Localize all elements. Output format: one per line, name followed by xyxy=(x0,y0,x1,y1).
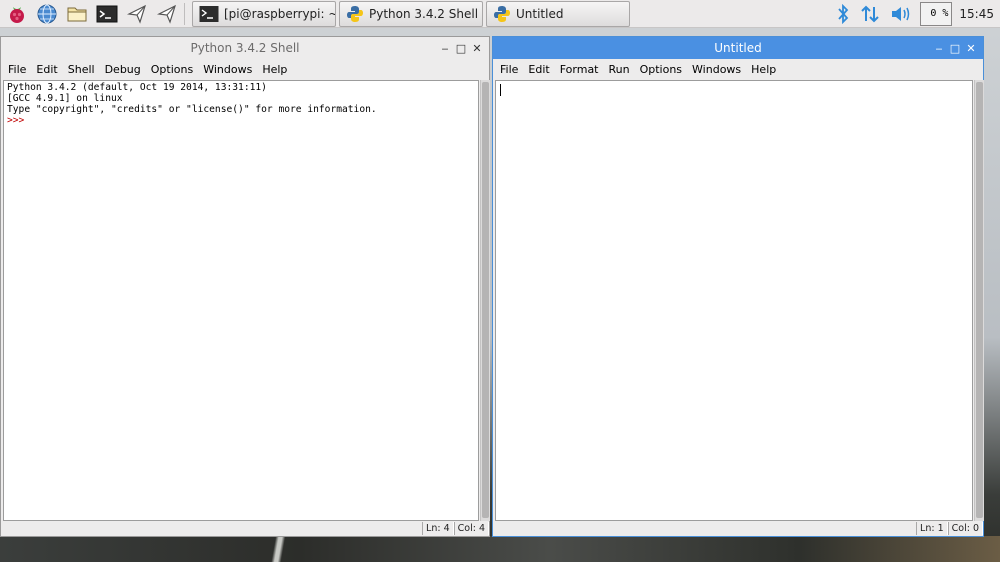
bluetooth-icon[interactable] xyxy=(836,3,850,24)
scrollbar-thumb[interactable] xyxy=(976,82,983,518)
task-untitled[interactable]: Untitled xyxy=(486,0,630,27)
menubar: File Edit Format Run Options Windows Hel… xyxy=(493,59,983,79)
shell-line: [GCC 4.9.1] on linux xyxy=(7,93,123,104)
maximize-icon[interactable]: □ xyxy=(453,40,469,56)
menubar: File Edit Shell Debug Options Windows He… xyxy=(1,59,489,79)
task-python-shell[interactable]: Python 3.4.2 Shell xyxy=(339,0,483,27)
window-controls: ‒ □ ✕ xyxy=(437,40,485,56)
line-number: Ln: 1 xyxy=(916,522,948,535)
terminal-icon xyxy=(199,5,219,23)
clock[interactable]: 15:45 xyxy=(959,7,994,21)
menu-file[interactable]: File xyxy=(495,63,523,76)
window-controls: ‒ □ ✕ xyxy=(931,40,979,56)
python-shell-window: Python 3.4.2 Shell ‒ □ ✕ File Edit Shell… xyxy=(0,36,490,537)
window-title: Untitled xyxy=(714,41,762,55)
desktop-wallpaper xyxy=(0,536,1000,562)
menu-shell[interactable]: Shell xyxy=(63,63,100,76)
menu-help[interactable]: Help xyxy=(746,63,781,76)
menu-run[interactable]: Run xyxy=(604,63,635,76)
editor-text-area[interactable] xyxy=(495,80,973,521)
shell-text-area[interactable]: Python 3.4.2 (default, Oct 19 2014, 13:3… xyxy=(3,80,479,521)
file-manager-icon[interactable] xyxy=(64,1,90,27)
menu-options[interactable]: Options xyxy=(635,63,687,76)
cpu-usage-value: 0 % xyxy=(930,8,949,19)
task-label: Untitled xyxy=(516,6,564,21)
column-number: Col: 4 xyxy=(453,522,489,535)
raspberry-menu-icon[interactable] xyxy=(4,1,30,27)
status-bar: Ln: 1 Col: 0 xyxy=(493,521,983,536)
scrollbar-thumb[interactable] xyxy=(482,82,489,518)
vertical-scrollbar[interactable] xyxy=(480,80,490,521)
volume-icon[interactable] xyxy=(890,5,912,23)
text-cursor xyxy=(500,84,501,96)
terminal-icon[interactable] xyxy=(94,1,120,27)
window-titlebar[interactable]: Untitled ‒ □ ✕ xyxy=(493,37,983,59)
task-label: Python 3.4.2 Shell xyxy=(369,6,479,21)
shell-output: Python 3.4.2 (default, Oct 19 2014, 13:3… xyxy=(4,81,478,127)
column-number: Col: 0 xyxy=(947,522,983,535)
network-arrows-icon[interactable] xyxy=(860,4,880,24)
menu-debug[interactable]: Debug xyxy=(100,63,146,76)
send-icon[interactable] xyxy=(124,1,150,27)
window-title: Python 3.4.2 Shell xyxy=(190,41,300,55)
web-browser-icon[interactable] xyxy=(34,1,60,27)
road-stripe xyxy=(250,536,310,562)
close-icon[interactable]: ✕ xyxy=(469,40,485,56)
shell-line: Python 3.4.2 (default, Oct 19 2014, 13:3… xyxy=(7,82,267,93)
menu-format[interactable]: Format xyxy=(555,63,604,76)
task-label: [pi@raspberrypi: ~] xyxy=(224,6,336,21)
menu-windows[interactable]: Windows xyxy=(198,63,257,76)
status-bar: Ln: 4 Col: 4 xyxy=(1,521,489,536)
close-icon[interactable]: ✕ xyxy=(963,40,979,56)
taskbar-divider xyxy=(184,2,185,25)
line-number: Ln: 4 xyxy=(422,522,454,535)
untitled-editor-window: Untitled ‒ □ ✕ File Edit Format Run Opti… xyxy=(492,36,984,537)
vertical-scrollbar[interactable] xyxy=(974,80,984,521)
cpu-usage-monitor[interactable]: 0 % xyxy=(920,1,953,26)
menu-options[interactable]: Options xyxy=(146,63,198,76)
python-icon xyxy=(346,5,364,23)
menu-help[interactable]: Help xyxy=(257,63,292,76)
menu-windows[interactable]: Windows xyxy=(687,63,746,76)
send-icon[interactable] xyxy=(154,1,180,27)
window-titlebar[interactable]: Python 3.4.2 Shell ‒ □ ✕ xyxy=(1,37,489,59)
shell-line: Type "copyright", "credits" or "license(… xyxy=(7,104,377,115)
menu-file[interactable]: File xyxy=(3,63,31,76)
python-icon xyxy=(493,5,511,23)
task-terminal[interactable]: [pi@raspberrypi: ~] xyxy=(192,0,336,27)
minimize-icon[interactable]: ‒ xyxy=(437,40,453,56)
shell-prompt: >>> xyxy=(7,115,25,126)
minimize-icon[interactable]: ‒ xyxy=(931,40,947,56)
taskbar: [pi@raspberrypi: ~] Python 3.4.2 Shell U… xyxy=(0,0,1000,28)
maximize-icon[interactable]: □ xyxy=(947,40,963,56)
menu-edit[interactable]: Edit xyxy=(31,63,62,76)
system-tray: 0 % 15:45 xyxy=(831,0,1000,28)
menu-edit[interactable]: Edit xyxy=(523,63,554,76)
